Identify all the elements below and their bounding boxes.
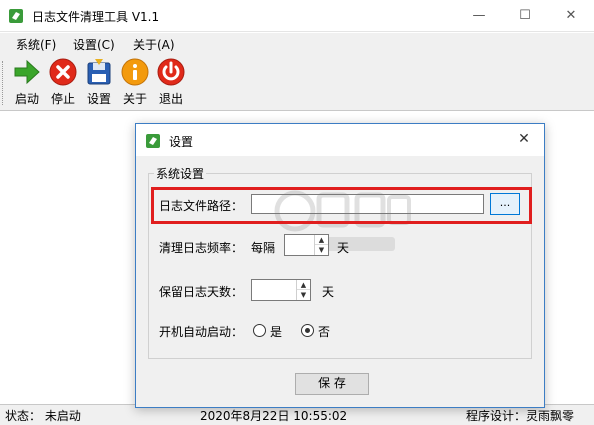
menu-settings[interactable]: 设置(C) — [73, 36, 115, 53]
stop-button[interactable]: 停止 — [43, 57, 83, 109]
toolbar: 启动 停止 设置 关于 退出 — [0, 55, 594, 111]
about-button[interactable]: 关于 — [115, 57, 155, 109]
main-titlebar: 日志文件清理工具 V1.1 — ☐ ✕ — [0, 0, 594, 32]
keep-days-label: 保留日志天数： — [159, 285, 244, 299]
menu-system[interactable]: 系统(F) — [16, 36, 56, 53]
keep-days-arrows: ▲ ▼ — [296, 280, 310, 300]
info-icon — [121, 58, 149, 86]
status-designer: 程序设计：灵雨飘零 — [466, 409, 575, 423]
clean-frequency-label: 清理日志频率： — [159, 241, 244, 255]
group-title: 系统设置 — [154, 165, 207, 182]
minimize-button[interactable]: — — [456, 0, 502, 32]
decrement-arrow-icon[interactable]: ▼ — [297, 290, 310, 300]
dialog-titlebar[interactable]: 设置 ✕ — [136, 124, 544, 156]
autostart-yes-label: 是 — [270, 325, 283, 339]
clean-frequency-prefix: 每隔 — [251, 241, 276, 255]
toolbar-grip[interactable] — [2, 61, 5, 105]
autostart-no-radio[interactable] — [301, 324, 314, 337]
window-title: 日志文件清理工具 V1.1 — [32, 10, 160, 24]
radio-selected-dot — [305, 328, 310, 333]
save-button[interactable]: 保 存 — [295, 373, 369, 395]
settings-dialog: 设置 ✕ 系统设置 — [135, 123, 545, 408]
start-label: 启动 — [14, 92, 39, 106]
menu-about[interactable]: 关于(A) — [133, 36, 175, 53]
status-state: 状态： 未启动 — [5, 409, 81, 423]
maximize-button[interactable]: ☐ — [502, 0, 548, 32]
app-logo-icon — [9, 9, 23, 23]
path-highlight-box — [151, 187, 532, 224]
menu-bar: 系统(F) 设置(C) 关于(A) — [0, 33, 594, 55]
power-icon — [157, 58, 185, 86]
settings-label: 设置 — [86, 92, 111, 106]
about-label: 关于 — [122, 92, 147, 106]
increment-arrow-icon[interactable]: ▲ — [297, 280, 310, 290]
keep-days-spinner[interactable]: ▲ ▼ — [251, 279, 311, 301]
autostart-yes-radio[interactable] — [253, 324, 266, 337]
stop-label: 停止 — [50, 92, 75, 106]
exit-button[interactable]: 退出 — [151, 57, 191, 109]
status-datetime: 2020年8月22日 10:55:02 — [200, 409, 348, 423]
clean-frequency-spinner[interactable]: ▲ ▼ — [284, 234, 329, 256]
exit-label: 退出 — [158, 92, 183, 106]
autostart-label: 开机自动启动： — [159, 325, 244, 339]
dialog-logo-icon — [146, 134, 160, 148]
close-button[interactable]: ✕ — [548, 0, 594, 32]
decrement-arrow-icon[interactable]: ▼ — [315, 245, 328, 255]
settings-save-icon — [87, 59, 111, 85]
autostart-no-label: 否 — [318, 325, 331, 339]
start-arrow-icon — [14, 59, 40, 85]
start-button[interactable]: 启动 — [7, 57, 47, 109]
increment-arrow-icon[interactable]: ▲ — [315, 235, 328, 245]
clean-frequency-arrows: ▲ ▼ — [314, 235, 328, 255]
keep-days-unit: 天 — [322, 285, 335, 299]
stop-icon — [49, 58, 77, 86]
clean-frequency-unit: 天 — [337, 241, 350, 255]
dialog-close-button[interactable]: ✕ — [504, 124, 544, 156]
settings-button[interactable]: 设置 — [79, 57, 119, 109]
dialog-title: 设置 — [169, 135, 194, 149]
